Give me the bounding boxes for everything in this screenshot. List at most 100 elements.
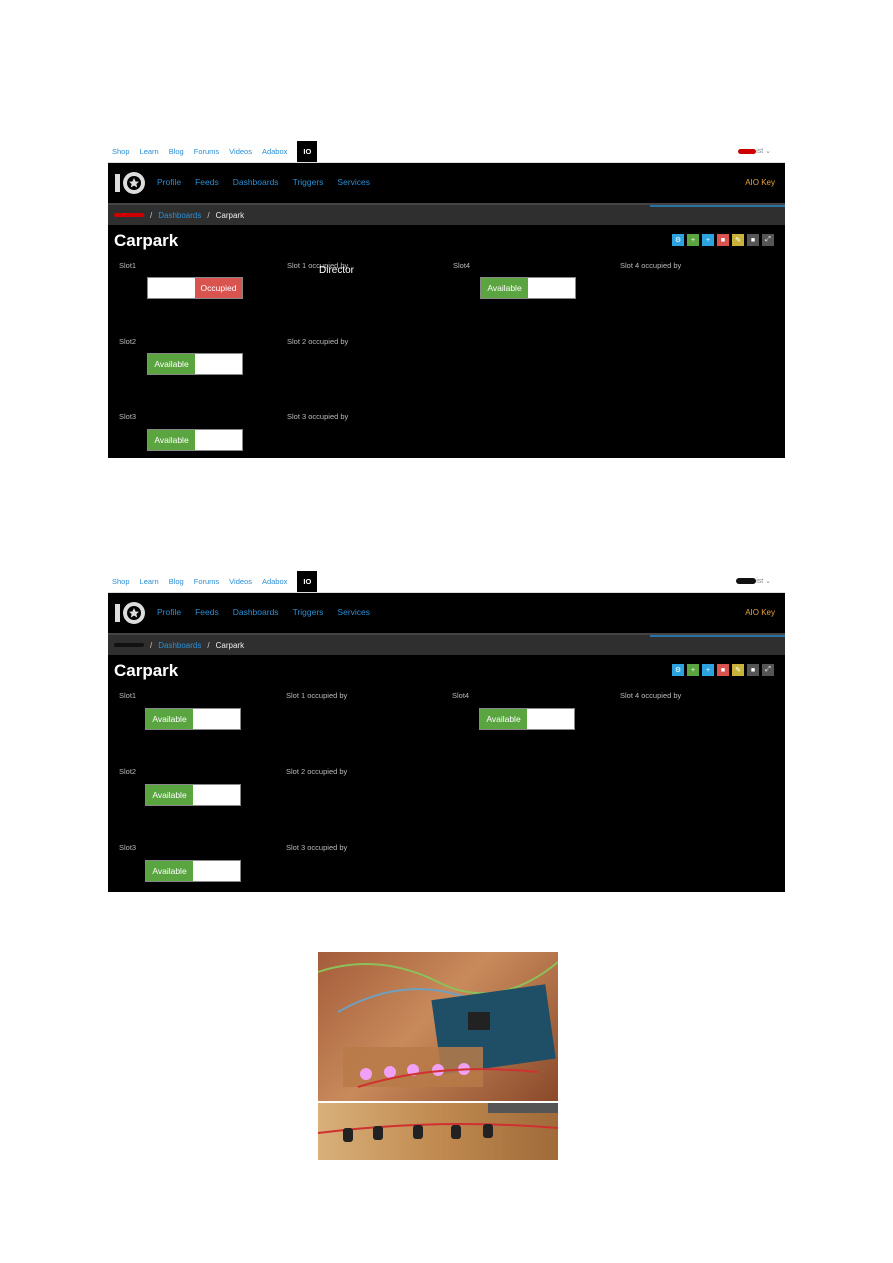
toggle-knob <box>193 709 240 729</box>
nav-forums[interactable]: Forums <box>194 147 219 156</box>
toggle-state: Occupied <box>195 278 242 298</box>
delete-icon[interactable]: ■ <box>717 664 729 676</box>
nav-triggers[interactable]: Triggers <box>293 607 324 617</box>
slot1-label: Slot1 <box>119 261 137 270</box>
slot1-label: Slot1 <box>119 691 137 700</box>
toggle-knob <box>148 278 195 298</box>
aio-key-link[interactable]: AIO Key <box>745 178 775 187</box>
toggle-knob <box>195 430 242 450</box>
arduino-board-photo <box>318 961 558 1088</box>
adafruit-io-logo-icon[interactable] <box>114 170 146 196</box>
dashboard-screenshot-available: Shop Learn Blog Forums Videos Adabox IO … <box>108 570 785 892</box>
dashboard-toolbar: ⚙ + + ■ ✎ ■ ⤢ <box>669 234 774 246</box>
loading-bar <box>650 205 785 207</box>
nav-services[interactable]: Services <box>337 607 370 617</box>
slot2-toggle[interactable]: Available <box>145 784 241 806</box>
slot2-label: Slot2 <box>119 767 137 776</box>
plus-icon[interactable]: + <box>687 664 699 676</box>
dashboard-toolbar: ⚙ + + ■ ✎ ■ ⤢ <box>669 664 774 676</box>
slot3-occupied-label: Slot 3 occupied by <box>286 843 348 852</box>
toggle-state: Available <box>148 430 195 450</box>
toggle-knob <box>195 354 242 374</box>
toggle-state: Available <box>481 278 528 298</box>
nav-io[interactable]: IO <box>297 570 318 592</box>
add-icon[interactable]: + <box>702 234 714 246</box>
slot2-label: Slot2 <box>119 337 137 346</box>
nav-forums[interactable]: Forums <box>194 577 219 586</box>
expand-icon[interactable]: ⤢ <box>762 234 774 246</box>
gear-icon[interactable]: ⚙ <box>672 664 684 676</box>
breadcrumb-separator: / <box>207 210 210 220</box>
nav-services[interactable]: Services <box>337 177 370 187</box>
slot1-toggle[interactable]: Occupied <box>147 277 243 299</box>
breadcrumb-separator: / <box>150 640 153 650</box>
top-navbar: Shop Learn Blog Forums Videos Adabox IO … <box>108 140 785 163</box>
user-menu[interactable]: ist ⌄ <box>738 147 771 155</box>
led-strip-photo <box>318 1103 558 1142</box>
user-menu-label: ist ⌄ <box>756 148 771 155</box>
nav-dashboards[interactable]: Dashboards <box>233 607 279 617</box>
slot4-occupied-label: Slot 4 occupied by <box>620 691 682 700</box>
slot2-toggle[interactable]: Available <box>147 353 243 375</box>
toggle-state: Available <box>146 861 193 881</box>
user-menu-label: ist ⌄ <box>756 578 771 585</box>
breadcrumb-current: Carpark <box>215 640 245 650</box>
nav-feeds[interactable]: Feeds <box>195 177 219 187</box>
nav-adabox[interactable]: Adabox <box>262 147 287 156</box>
adafruit-io-logo-icon[interactable] <box>114 600 146 626</box>
slot3-occupied-label: Slot 3 occupied by <box>287 412 349 421</box>
breadcrumb-dashboards[interactable]: Dashboards <box>158 641 201 650</box>
slot2-occupied-label: Slot 2 occupied by <box>286 767 348 776</box>
slot3-toggle[interactable]: Available <box>145 860 241 882</box>
user-menu[interactable]: ist ⌄ <box>736 577 771 585</box>
nav-videos[interactable]: Videos <box>229 147 252 156</box>
slot4-toggle[interactable]: Available <box>479 708 575 730</box>
slot4-occupied-label: Slot 4 occupied by <box>620 261 682 270</box>
nav-blog[interactable]: Blog <box>169 147 184 156</box>
nav-adabox[interactable]: Adabox <box>262 577 287 586</box>
toggle-state: Available <box>146 785 193 805</box>
delete-icon[interactable]: ■ <box>717 234 729 246</box>
nav-shop[interactable]: Shop <box>112 577 130 586</box>
breadcrumb-separator: / <box>150 210 153 220</box>
expand-icon[interactable]: ⤢ <box>762 664 774 676</box>
nav-learn[interactable]: Learn <box>140 577 159 586</box>
toggle-knob <box>528 278 575 298</box>
toggle-state: Available <box>148 354 195 374</box>
nav-learn[interactable]: Learn <box>140 147 159 156</box>
nav-feeds[interactable]: Feeds <box>195 607 219 617</box>
toggle-knob <box>193 861 240 881</box>
slot4-label: Slot4 <box>452 691 470 700</box>
loading-bar <box>650 635 785 637</box>
key-icon[interactable]: ✎ <box>732 664 744 676</box>
io-header: Profile Feeds Dashboards Triggers Servic… <box>108 163 785 203</box>
dashboard-screenshot-occupied: Shop Learn Blog Forums Videos Adabox IO … <box>108 140 785 458</box>
nav-io[interactable]: IO <box>297 140 318 162</box>
slot1-occupant: Director <box>319 265 355 276</box>
nav-profile[interactable]: Profile <box>157 177 181 187</box>
lock-icon[interactable]: ■ <box>747 664 759 676</box>
redacted-owner[interactable] <box>114 643 144 647</box>
nav-shop[interactable]: Shop <box>112 147 130 156</box>
gear-icon[interactable]: ⚙ <box>672 234 684 246</box>
hardware-photo-circuit <box>318 952 558 1101</box>
nav-blog[interactable]: Blog <box>169 577 184 586</box>
add-icon[interactable]: + <box>702 664 714 676</box>
nav-profile[interactable]: Profile <box>157 607 181 617</box>
toggle-knob <box>193 785 240 805</box>
slot3-label: Slot3 <box>119 843 137 852</box>
slot4-toggle[interactable]: Available <box>480 277 576 299</box>
key-icon[interactable]: ✎ <box>732 234 744 246</box>
slot3-toggle[interactable]: Available <box>147 429 243 451</box>
redacted-owner[interactable] <box>114 213 144 217</box>
lock-icon[interactable]: ■ <box>747 234 759 246</box>
slot3-label: Slot3 <box>119 412 137 421</box>
breadcrumb-dashboards[interactable]: Dashboards <box>158 211 201 220</box>
aio-key-link[interactable]: AIO Key <box>745 608 775 617</box>
plus-icon[interactable]: + <box>687 234 699 246</box>
nav-videos[interactable]: Videos <box>229 577 252 586</box>
nav-triggers[interactable]: Triggers <box>293 177 324 187</box>
slot1-toggle[interactable]: Available <box>145 708 241 730</box>
io-header: Profile Feeds Dashboards Triggers Servic… <box>108 593 785 633</box>
nav-dashboards[interactable]: Dashboards <box>233 177 279 187</box>
